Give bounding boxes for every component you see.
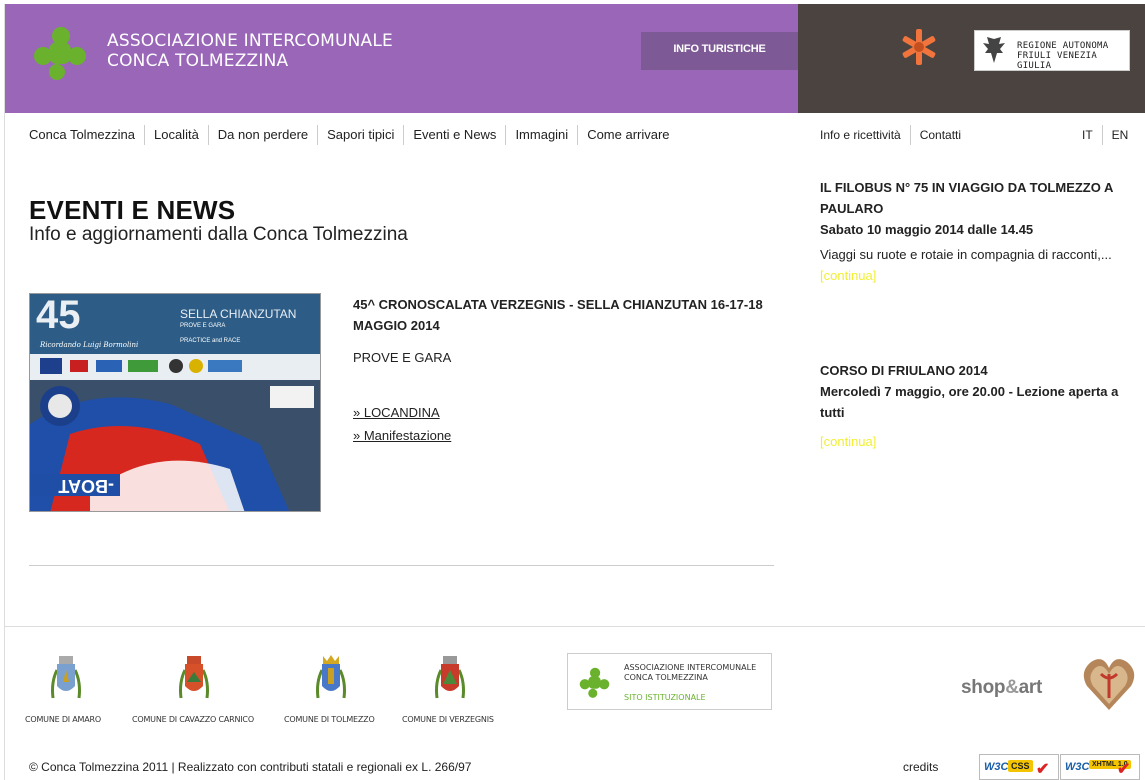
header-dark-band: REGIONE AUTONOMA FRIULI VENEZIA GIULIA [798, 4, 1145, 113]
sidebar-news-item: IL FILOBUS N° 75 IN VIAGGIO DA TOLMEZZO … [820, 177, 1140, 286]
assoc-line-2: CONCA TOLMEZZINA [624, 673, 708, 682]
nav-item-localita[interactable]: Località [143, 125, 208, 145]
w3c-css-tag: CSS [1008, 760, 1033, 772]
poster-row-2: PRACTICE and RACE [180, 338, 240, 344]
event-description: PROVE E GARA [353, 350, 452, 365]
w3c-xhtml-badge[interactable]: W3C XHTML 1.0 ✔ [1060, 754, 1140, 780]
w3c-css-badge[interactable]: W3C CSS ✔ [979, 754, 1059, 780]
tolmezzo-crest-icon[interactable] [314, 652, 348, 708]
footer-divider [5, 626, 1145, 627]
sidebar-news-item: CORSO DI FRIULANO 2014 Mercoledì 7 maggi… [820, 360, 1140, 452]
page-title: EVENTI E NEWS [29, 195, 236, 225]
news-title[interactable]: CORSO DI FRIULANO 2014 [820, 360, 1140, 381]
regione-fvg-logo[interactable]: REGIONE AUTONOMA FRIULI VENEZIA GIULIA [974, 30, 1130, 71]
news-continue-link[interactable]: [continua] [820, 265, 1140, 286]
nav-item-immagini[interactable]: Immagini [505, 125, 577, 145]
comune-verzegnis-label[interactable]: COMUNE DI VERZEGNIS [402, 715, 494, 724]
association-institutional-site-banner[interactable]: ASSOCIAZIONE INTERCOMUNALE CONCA TOLMEZZ… [567, 653, 772, 710]
nav-primary: Conca Tolmezzina Località Da non perdere… [27, 125, 679, 145]
event-poster-graphic: 45 SELLA CHIANZUTAN PROVE E GARA PRACTIC… [30, 294, 320, 511]
credits-link[interactable]: credits [903, 760, 938, 774]
poster-banner-text: -BOAT [58, 476, 114, 496]
check-icon: ✔ [1036, 761, 1050, 778]
association-logo-icon[interactable] [31, 24, 89, 82]
shop-art-logo[interactable]: shop&art [961, 677, 1042, 699]
news-continue-link[interactable]: [continua] [820, 431, 1140, 452]
poster-row-1: PROVE E GARA [180, 323, 225, 329]
logo-line-2: CONCA TOLMEZZINA [107, 51, 289, 71]
header-purple-band: ASSOCIAZIONE INTERCOMUNALE CONCA TOLMEZZ… [5, 4, 798, 113]
lang-en[interactable]: EN [1101, 125, 1138, 145]
art-word: art [1018, 677, 1043, 698]
region-text: REGIONE AUTONOMA FRIULI VENEZIA GIULIA [1017, 41, 1129, 71]
news-excerpt: Viaggi su ruote e rotaie in compagnia di… [820, 247, 1112, 262]
amaro-crest-icon[interactable] [49, 652, 83, 708]
region-line-2: FRIULI VENEZIA GIULIA [1017, 51, 1098, 71]
nav-item-info-ricettivita[interactable]: Info e ricettività [815, 125, 910, 145]
nav-item-come-arrivare[interactable]: Come arrivare [577, 125, 678, 145]
shop-ampersand: & [1005, 677, 1019, 698]
check-icon: ✔ [1117, 761, 1131, 778]
assoc-line-1: ASSOCIAZIONE INTERCOMUNALE [624, 663, 757, 672]
assoc-banner-text: ASSOCIAZIONE INTERCOMUNALE CONCA TOLMEZZ… [624, 663, 756, 683]
event-title[interactable]: 45^ CRONOSCALATA VERZEGNIS - SELLA CHIAN… [353, 294, 763, 336]
news-date: Mercoledì 7 maggio, ore 20.00 - Lezione … [820, 384, 1119, 420]
association-small-logo-icon [579, 667, 610, 698]
regional-star-logo-icon[interactable] [901, 27, 937, 67]
comune-amaro-label[interactable]: COMUNE DI AMARO [25, 715, 101, 724]
locandina-link[interactable]: » LOCANDINA [353, 405, 440, 420]
copyright-text: © Conca Tolmezzina 2011 | Realizzato con… [29, 760, 472, 774]
w3c-css-brand: W3C [984, 761, 1009, 773]
manifestazione-link[interactable]: » Manifestazione [353, 428, 451, 443]
shop-heart-icon[interactable] [1081, 654, 1137, 714]
region-line-1: REGIONE AUTONOMA [1017, 41, 1109, 51]
event-poster-image[interactable]: 45 SELLA CHIANZUTAN PROVE E GARA PRACTIC… [29, 293, 321, 512]
nav-item-contatti[interactable]: Contatti [909, 125, 970, 145]
page-subtitle: Info e aggiornamenti dalla Conca Tolmezz… [29, 224, 408, 245]
content-divider [29, 565, 774, 566]
page: ASSOCIAZIONE INTERCOMUNALE CONCA TOLMEZZ… [4, 4, 1145, 780]
news-date: Sabato 10 maggio 2014 dalle 14.45 [820, 222, 1034, 237]
info-turistiche-button[interactable]: INFO TURISTICHE [641, 32, 798, 70]
news-title[interactable]: IL FILOBUS N° 75 IN VIAGGIO DA TOLMEZZO … [820, 177, 1140, 219]
comune-tolmezzo-label[interactable]: COMUNE DI TOLMEZZO [284, 715, 375, 724]
site-logo-text[interactable]: ASSOCIAZIONE INTERCOMUNALE CONCA TOLMEZZ… [107, 31, 393, 71]
nav-item-da-non-perdere[interactable]: Da non perdere [207, 125, 317, 145]
assoc-sub-label: SITO ISTITUZIONALE [624, 693, 706, 702]
nav-item-sapori-tipici[interactable]: Sapori tipici [317, 125, 403, 145]
nav-secondary: Info e ricettività Contatti [815, 125, 970, 145]
shop-word: shop [961, 677, 1006, 698]
poster-big-number: 45 [36, 294, 81, 337]
verzegnis-crest-icon[interactable] [433, 652, 467, 708]
eagle-icon [983, 37, 1005, 63]
site-header: ASSOCIAZIONE INTERCOMUNALE CONCA TOLMEZZ… [5, 4, 1145, 113]
nav-item-eventi-news[interactable]: Eventi e News [403, 125, 505, 145]
language-switcher: IT EN [1078, 125, 1137, 145]
comune-cavazzo-label[interactable]: COMUNE DI CAVAZZO CARNICO [132, 715, 254, 724]
poster-heading: SELLA CHIANZUTAN [180, 307, 296, 321]
poster-subtitle: Ricordando Luigi Bormolini [39, 341, 138, 349]
lang-it[interactable]: IT [1078, 125, 1102, 145]
main-nav: Conca Tolmezzina Località Da non perdere… [5, 113, 1145, 153]
w3c-xhtml-brand: W3C [1065, 761, 1090, 773]
logo-line-1: ASSOCIAZIONE INTERCOMUNALE [107, 31, 393, 51]
cavazzo-crest-icon[interactable] [177, 652, 211, 708]
nav-item-conca-tolmezzina[interactable]: Conca Tolmezzina [27, 125, 144, 145]
